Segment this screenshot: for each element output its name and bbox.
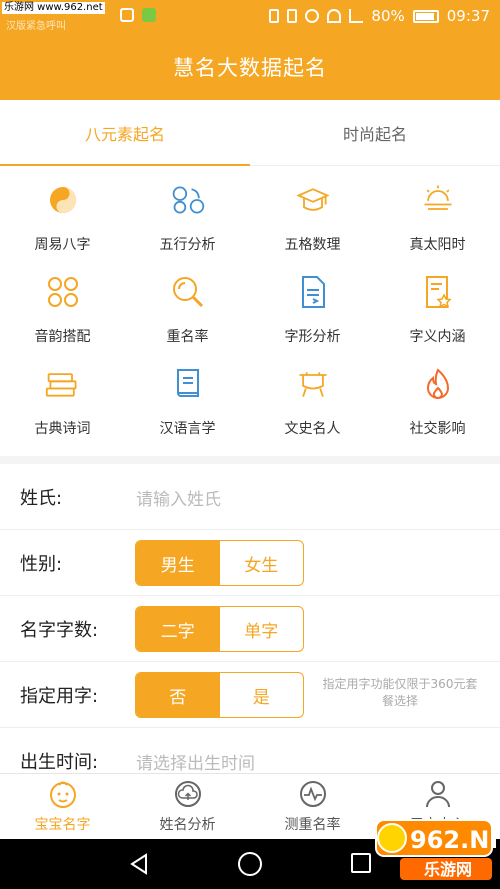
tab-eight-elements[interactable]: 八元素起名 [0, 100, 250, 166]
nav-duplicate-rate[interactable]: 测重名率 [250, 774, 375, 839]
specify-char-note: 指定用字功能仅限于360元套餐选择 [322, 677, 478, 708]
pulse-circle-icon [298, 779, 328, 809]
page-title: 慧名大数据起名 [173, 55, 327, 80]
feature-zhouyi-bazi[interactable]: 周易八字 [0, 170, 125, 262]
four-circles-icon [45, 274, 81, 310]
feature-label: 汉语言学 [159, 421, 216, 437]
feature-label: 字义内涵 [409, 329, 466, 345]
bluetooth-icon [269, 9, 280, 23]
signal-icon [349, 9, 364, 23]
specify-yes-option[interactable]: 是 [220, 673, 304, 717]
yin-yang-icon [45, 182, 81, 218]
alarm-icon [305, 9, 320, 23]
status-indicators: 80% 09:37 [269, 7, 490, 25]
gender-row: 性别: 男生 女生 [0, 530, 500, 596]
feature-label: 周易八字 [34, 237, 91, 253]
notification-icons [120, 8, 156, 22]
nav-label: 测重名率 [284, 817, 341, 833]
emergency-call-text: 汉版紧急呼叫 [6, 21, 66, 32]
feature-classic-poetry[interactable]: 古典诗词 [0, 354, 125, 446]
nav-baby-names[interactable]: 宝宝名字 [0, 774, 125, 839]
gender-male-option[interactable]: 男生 [136, 541, 220, 585]
wifi-icon [327, 9, 342, 23]
surname-row: 姓氏: 请输入姓氏 [0, 464, 500, 530]
feature-social-influence[interactable]: 社交影响 [375, 354, 500, 446]
book-icon [170, 366, 206, 402]
baby-face-icon [48, 779, 78, 809]
feature-label: 字形分析 [284, 329, 341, 345]
nav-label: 宝宝名字 [34, 817, 91, 833]
back-icon[interactable] [128, 853, 150, 875]
feature-label: 五格数理 [284, 237, 341, 253]
tab-fashion-naming[interactable]: 时尚起名 [250, 100, 500, 165]
feature-rhyme[interactable]: 音韵搭配 [0, 262, 125, 354]
name-length-selector: 二字 单字 [135, 606, 304, 652]
notification-icon [120, 8, 134, 22]
home-icon[interactable] [238, 852, 262, 876]
magnifier-icon [170, 274, 206, 310]
feature-grid: 周易八字 五行分析 五格数理 真太阳时 音韵搭配 重名率 字形分析 字义内涵 古… [0, 170, 500, 446]
feature-label: 五行分析 [159, 237, 216, 253]
document-icon [295, 274, 331, 310]
vibrate-icon [287, 9, 298, 23]
gender-label: 性别: [20, 554, 63, 575]
specify-no-option[interactable]: 否 [136, 673, 220, 717]
feature-historic-figures[interactable]: 文史名人 [250, 354, 375, 446]
surname-label: 姓氏: [20, 488, 63, 509]
recents-icon[interactable] [351, 853, 371, 873]
feature-label: 社交影响 [409, 421, 466, 437]
feature-glyph-analysis[interactable]: 字形分析 [250, 262, 375, 354]
specify-char-label: 指定用字: [20, 686, 99, 707]
specify-char-selector: 否 是 [135, 672, 304, 718]
svg-text:962.NET: 962.NET [410, 826, 496, 854]
gender-female-option[interactable]: 女生 [220, 541, 304, 585]
site-watermark-logo: 962.NET 乐游网 [375, 819, 496, 880]
feature-wuxing[interactable]: 五行分析 [125, 170, 250, 262]
feature-label: 音韵搭配 [34, 329, 91, 345]
flame-icon [420, 366, 456, 402]
section-divider [0, 456, 500, 464]
user-icon [423, 779, 453, 809]
name-length-label: 名字字数: [20, 620, 99, 641]
nav-label: 姓名分析 [159, 817, 216, 833]
feature-linguistics[interactable]: 汉语言学 [125, 354, 250, 446]
watermark: 乐游网 www.962.net [2, 2, 105, 14]
five-elements-icon [170, 182, 206, 218]
name-length-row: 名字字数: 二字 单字 [0, 596, 500, 662]
feature-label: 真太阳时 [409, 237, 466, 253]
cloud-upload-icon [173, 779, 203, 809]
naming-mode-tabs: 八元素起名 时尚起名 [0, 100, 500, 166]
feature-meaning[interactable]: 字义内涵 [375, 262, 500, 354]
status-bar: 乐游网 www.962.net 汉版紧急呼叫 80% 09:37 [0, 0, 500, 33]
surname-input[interactable]: 请输入姓氏 [136, 464, 221, 530]
feature-label: 古典诗词 [34, 421, 91, 437]
clock: 09:37 [446, 7, 490, 25]
tripod-icon [295, 366, 331, 402]
books-icon [45, 366, 81, 402]
feature-label: 文史名人 [284, 421, 341, 437]
app-notification-icon [142, 8, 156, 22]
nav-name-analysis[interactable]: 姓名分析 [125, 774, 250, 839]
feature-wuge[interactable]: 五格数理 [250, 170, 375, 262]
sunrise-icon [420, 182, 456, 218]
battery-icon [412, 9, 439, 23]
single-char-option[interactable]: 单字 [220, 607, 304, 651]
feature-solar-time[interactable]: 真太阳时 [375, 170, 500, 262]
feature-label: 重名率 [166, 329, 209, 345]
feature-duplicate-rate[interactable]: 重名率 [125, 262, 250, 354]
graduation-cap-icon [295, 182, 331, 218]
specify-char-row: 指定用字: 否 是 指定用字功能仅限于360元套餐选择 [0, 662, 500, 728]
battery-percent: 80% [371, 7, 405, 25]
app-header: 慧名大数据起名 [0, 33, 500, 100]
gender-selector: 男生 女生 [135, 540, 304, 586]
document-star-icon [420, 274, 456, 310]
two-char-option[interactable]: 二字 [136, 607, 220, 651]
svg-text:乐游网: 乐游网 [424, 860, 472, 879]
